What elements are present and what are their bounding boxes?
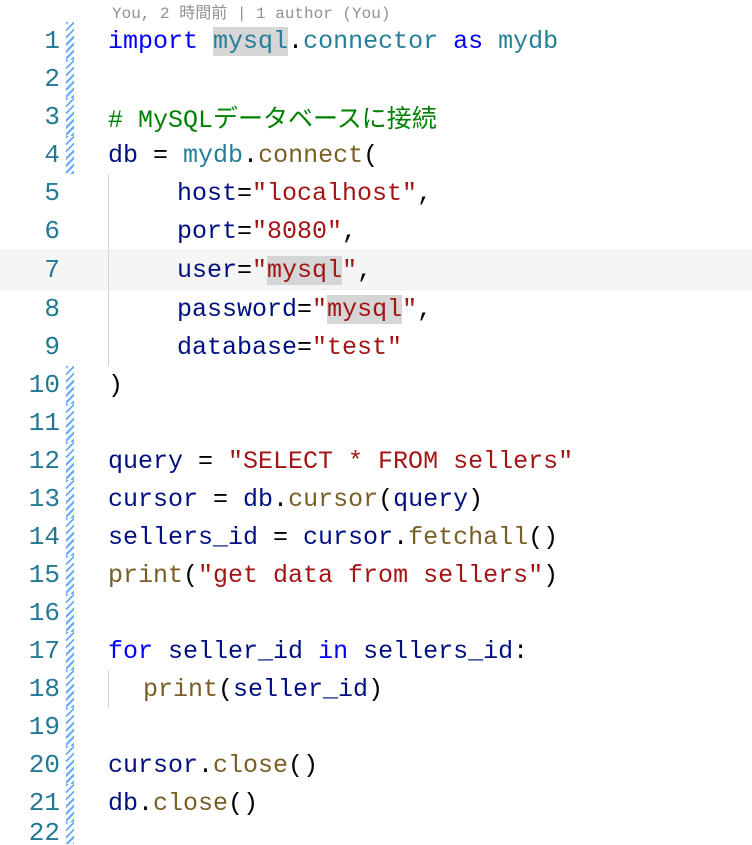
code-line-active[interactable]: 7 user = " mysql " , xyxy=(0,250,752,290)
code-editor[interactable]: You, 2 時間前 | 1 author (You) 1 import mys… xyxy=(0,0,752,844)
alias-mydb: mydb xyxy=(498,27,558,56)
param-database: database xyxy=(177,333,297,362)
code-line[interactable]: 13 cursor = db . cursor ( query ) xyxy=(0,480,752,518)
code-line[interactable]: 1 import mysql . connector as mydb xyxy=(0,22,752,60)
var-cursor: cursor xyxy=(108,485,198,514)
code-line[interactable]: 20 cursor . close ( ) xyxy=(0,746,752,784)
line-number: 9 xyxy=(0,332,66,362)
line-number: 17 xyxy=(0,636,66,666)
code-line[interactable]: 4 db = mydb . connect ( xyxy=(0,136,752,174)
gutter-change-indicator xyxy=(66,746,74,784)
code-line[interactable]: 18 print ( seller_id ) xyxy=(0,670,752,708)
gutter-change-indicator xyxy=(66,632,74,670)
line-number: 4 xyxy=(0,140,66,170)
line-number: 20 xyxy=(0,750,66,780)
gutter-change-indicator xyxy=(66,136,74,174)
code-line[interactable]: 10 ) xyxy=(0,366,752,404)
fn-fetchall: fetchall xyxy=(408,523,528,552)
str-port: "8080" xyxy=(252,217,342,246)
fn-print: print xyxy=(143,675,218,704)
str-database: "test" xyxy=(312,333,402,362)
gutter-change-indicator xyxy=(66,670,74,708)
var-db: db xyxy=(108,141,138,170)
fn-cursor: cursor xyxy=(288,485,378,514)
fn-close: close xyxy=(153,789,228,818)
gutter-change-indicator xyxy=(66,518,74,556)
str-select: "SELECT * FROM sellers" xyxy=(228,447,573,476)
code-line[interactable]: 21 db . close ( ) xyxy=(0,784,752,822)
line-number: 3 xyxy=(0,102,66,132)
code-line[interactable]: 11 xyxy=(0,404,752,442)
gutter-change-indicator xyxy=(66,404,74,442)
str-user: mysql xyxy=(267,256,342,285)
str-localhost: "localhost" xyxy=(252,179,417,208)
module-mysql: mysql xyxy=(213,27,288,56)
gutter-change-indicator xyxy=(66,784,74,822)
line-number: 16 xyxy=(0,598,66,628)
fn-connect: connect xyxy=(258,141,363,170)
codelens-annotation[interactable]: You, 2 時間前 | 1 author (You) xyxy=(0,0,752,22)
line-number: 21 xyxy=(0,788,66,818)
fn-print: print xyxy=(108,561,183,590)
var-seller-id: seller_id xyxy=(168,637,303,666)
close-paren: ) xyxy=(108,371,123,400)
module-connector: connector xyxy=(303,27,438,56)
line-number: 13 xyxy=(0,484,66,514)
line-number: 6 xyxy=(0,216,66,246)
line-number: 18 xyxy=(0,674,66,704)
gutter-change-indicator xyxy=(66,556,74,594)
code-line[interactable]: 14 sellers_id = cursor . fetchall ( ) xyxy=(0,518,752,556)
fn-close: close xyxy=(213,751,288,780)
param-host: host xyxy=(177,179,237,208)
gutter-change-indicator xyxy=(66,480,74,518)
line-number: 5 xyxy=(0,178,66,208)
line-number: 22 xyxy=(0,822,66,844)
param-user: user xyxy=(177,256,237,285)
line-number: 1 xyxy=(0,26,66,56)
gutter-change-indicator xyxy=(66,442,74,480)
code-line[interactable]: 9 database = "test" xyxy=(0,328,752,366)
dot: . xyxy=(288,27,303,56)
line-number: 10 xyxy=(0,370,66,400)
line-number: 11 xyxy=(0,408,66,438)
keyword-as: as xyxy=(453,27,483,56)
keyword-in: in xyxy=(318,637,348,666)
line-number: 2 xyxy=(0,64,66,94)
module-mydb: mydb xyxy=(183,141,243,170)
code-line[interactable]: 15 print ( "get data from sellers" ) xyxy=(0,556,752,594)
var-query: query xyxy=(108,447,183,476)
line-number: 19 xyxy=(0,712,66,742)
param-password: password xyxy=(177,295,297,324)
code-line[interactable]: 22 xyxy=(0,822,752,844)
str-password: mysql xyxy=(327,295,402,324)
code-line[interactable]: 8 password = " mysql " , xyxy=(0,290,752,328)
code-line[interactable]: 16 xyxy=(0,594,752,632)
gutter-change-indicator xyxy=(66,708,74,746)
code-line[interactable]: 6 port = "8080" , xyxy=(0,212,752,250)
line-number: 7 xyxy=(0,255,66,285)
keyword-for: for xyxy=(108,637,168,666)
code-line[interactable]: 17 for seller_id in sellers_id : xyxy=(0,632,752,670)
param-port: port xyxy=(177,217,237,246)
gutter-change-indicator xyxy=(66,22,74,60)
gutter-change-indicator xyxy=(66,366,74,404)
code-line[interactable]: 12 query = "SELECT * FROM sellers" xyxy=(0,442,752,480)
comment: # MySQLデータベースに接続 xyxy=(108,99,437,135)
line-number: 15 xyxy=(0,560,66,590)
line-number: 8 xyxy=(0,294,66,324)
gutter-change-indicator xyxy=(66,98,74,136)
str-getdata: "get data from sellers" xyxy=(198,561,543,590)
code-line[interactable]: 5 host = "localhost" , xyxy=(0,174,752,212)
line-number: 12 xyxy=(0,446,66,476)
code-line[interactable]: 19 xyxy=(0,708,752,746)
code-line[interactable]: 3 # MySQLデータベースに接続 xyxy=(0,98,752,136)
gutter-change-indicator xyxy=(66,60,74,98)
var-sellers-id: sellers_id xyxy=(108,523,258,552)
line-number: 14 xyxy=(0,522,66,552)
gutter-change-indicator xyxy=(66,822,74,844)
code-line[interactable]: 2 xyxy=(0,60,752,98)
gutter-change-indicator xyxy=(66,594,74,632)
keyword-import: import xyxy=(108,27,213,56)
